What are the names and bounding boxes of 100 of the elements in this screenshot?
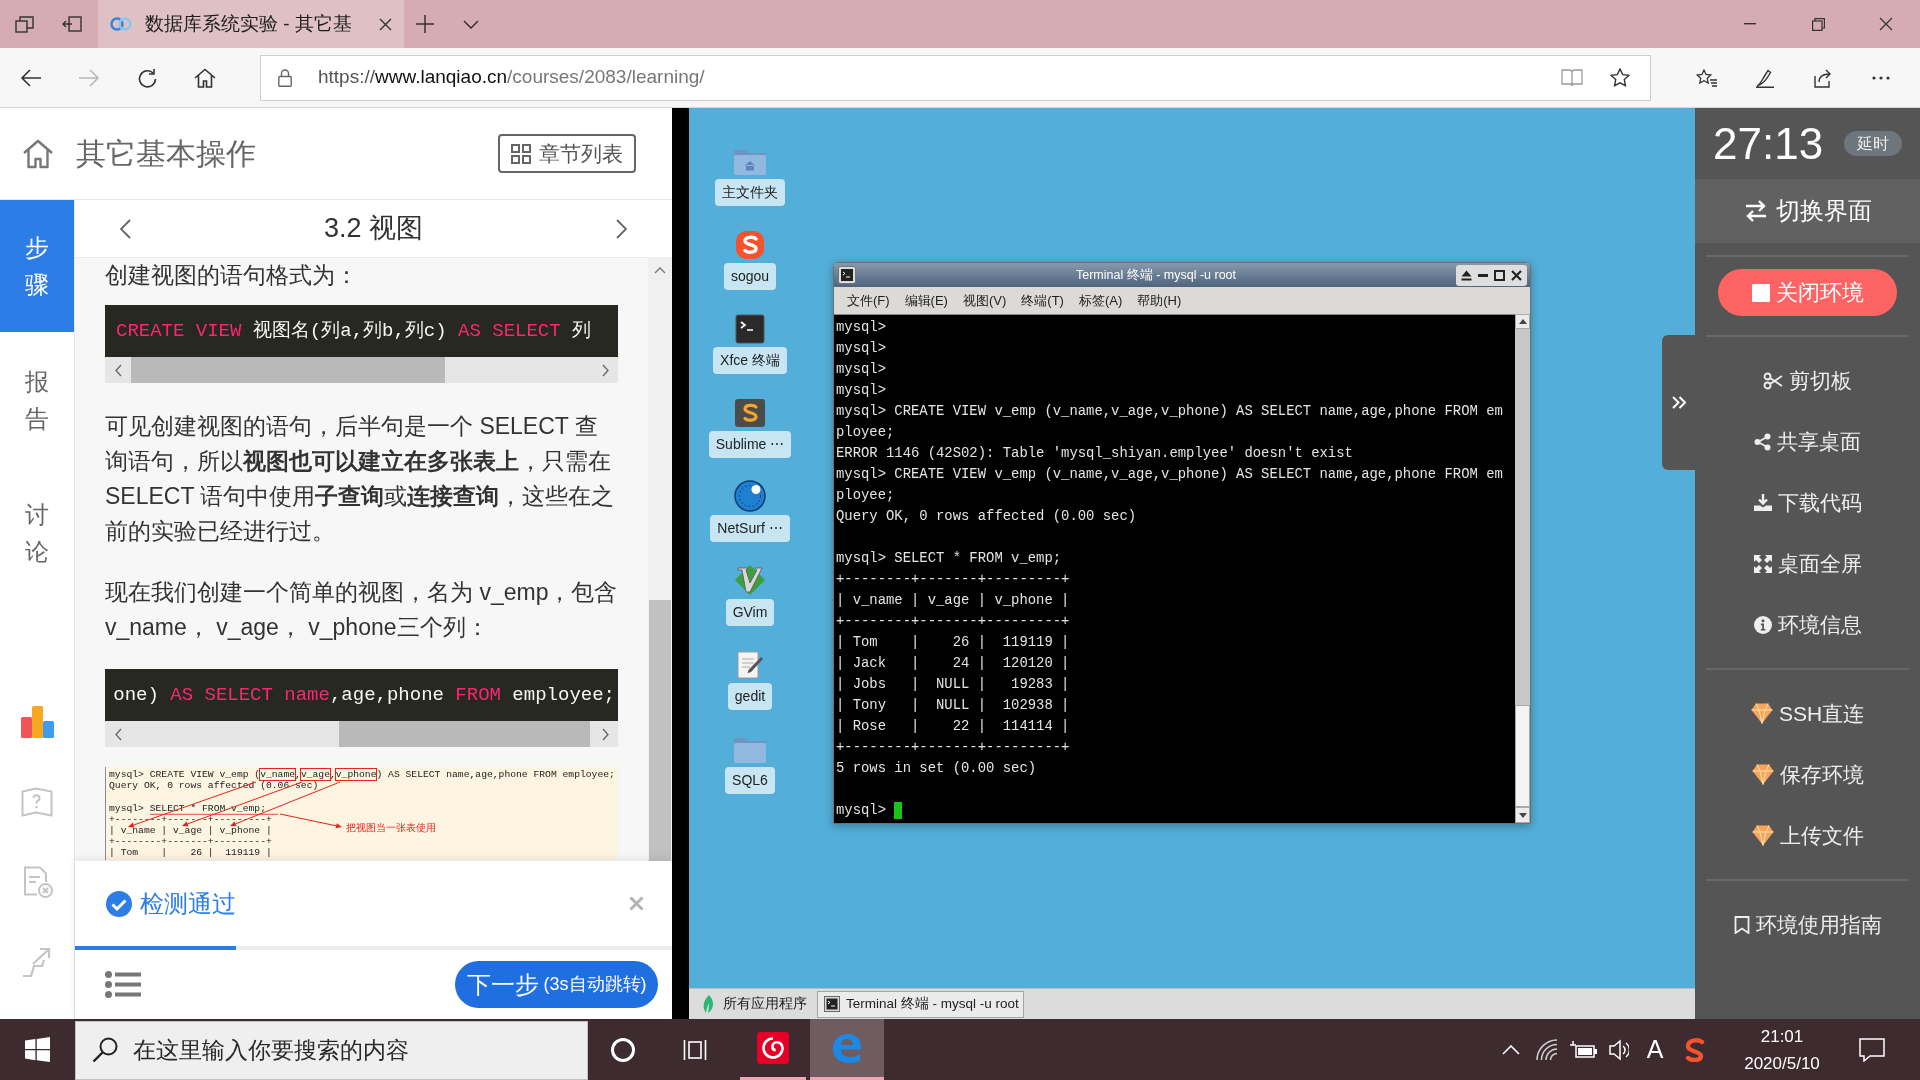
url-text: https://www.lanqiao.cn/courses/2083/learning/ — [318, 65, 705, 90]
scroll-down-icon[interactable] — [1518, 812, 1527, 818]
close-icon[interactable] — [379, 17, 392, 31]
terminal-line: | Rose | 22 | 114114 | — [836, 717, 1070, 736]
notepad-pencil-icon[interactable] — [735, 650, 765, 680]
pen-icon[interactable] — [1755, 67, 1775, 88]
chevron-left-icon[interactable] — [114, 363, 122, 377]
code-line: +--------+-------+---------+ — [109, 837, 272, 848]
chevron-down-icon[interactable] — [463, 19, 479, 29]
icon-label[interactable]: Xfce 终端 — [713, 347, 787, 374]
s-logo-icon[interactable] — [735, 230, 765, 260]
plus-icon[interactable] — [416, 15, 434, 33]
chevron-right-icon[interactable] — [601, 727, 609, 741]
sidebar-menu-item[interactable]: 共享桌面 — [1695, 411, 1920, 472]
clock-time[interactable]: 21:01 — [1760, 1022, 1804, 1050]
terminal-line: ployee; — [836, 486, 895, 505]
tab-manager-icon[interactable] — [14, 15, 34, 33]
close-icon[interactable] — [1879, 17, 1893, 31]
sidebar-menu-item[interactable]: 下载代码 — [1695, 472, 1920, 533]
menu-item[interactable]: 视图(V) — [962, 290, 1007, 311]
icon-label[interactable]: sogou — [723, 263, 777, 290]
sidebar-menu-item[interactable]: 上传文件 — [1695, 805, 1920, 866]
terminal-line: mysql> — [836, 339, 886, 358]
scroll-up-icon[interactable] — [1518, 319, 1527, 324]
restore-icon[interactable] — [1811, 17, 1825, 31]
favorites-icon[interactable] — [1696, 68, 1718, 87]
chevron-left-icon[interactable] — [120, 218, 131, 239]
scrollbar[interactable] — [1515, 314, 1530, 823]
close-icon[interactable] — [1511, 269, 1522, 281]
chevron-right-icon[interactable] — [616, 218, 627, 239]
v-logo-icon[interactable] — [734, 564, 766, 596]
globe-icon[interactable] — [734, 480, 766, 512]
refresh-icon[interactable] — [137, 67, 157, 88]
scrollbar-thumb[interactable] — [131, 357, 445, 383]
terminal-line: | Jack | 24 | 120120 | — [836, 654, 1070, 673]
address-bar[interactable]: https://www.lanqiao.cn/courses/2083/learning/ — [260, 54, 1651, 101]
windows-logo-icon[interactable] — [25, 1037, 50, 1062]
menu-item[interactable]: 文件(F) — [847, 290, 890, 311]
nav-tab[interactable]: 步骤 — [0, 200, 74, 332]
sidebar-menu-item[interactable]: 剪切板 — [1695, 350, 1920, 411]
set-aside-tabs-icon[interactable] — [62, 16, 82, 32]
sidebar-menu-item[interactable]: 桌面全屏 — [1695, 533, 1920, 594]
podium-icon[interactable] — [19, 705, 55, 739]
scrollbar-thumb[interactable] — [1515, 705, 1530, 807]
menu-item[interactable]: 终端(T) — [1021, 290, 1064, 311]
s-logo-icon[interactable] — [1685, 1037, 1705, 1062]
icon-label[interactable]: 主文件夹 — [715, 179, 785, 206]
sidebar-menu-item[interactable]: 保存环境 — [1695, 744, 1920, 805]
list-icon[interactable] — [105, 971, 141, 998]
scrollbar-thumb[interactable] — [339, 721, 590, 747]
s-logo-icon[interactable] — [734, 398, 766, 428]
sidebar-menu-item[interactable]: 环境使用指南 — [1695, 894, 1920, 955]
menu-item[interactable]: 帮助(H) — [1137, 290, 1182, 311]
chapter-list-button[interactable]: 章节列表 — [498, 134, 636, 173]
speaker-icon[interactable] — [1609, 1038, 1629, 1061]
chevron-right-icon[interactable] — [601, 363, 609, 377]
network-icon[interactable] — [1536, 1038, 1558, 1061]
switch-view-button[interactable]: 切换界面 — [1695, 179, 1920, 243]
terminal-icon[interactable] — [735, 314, 765, 344]
grid-icon — [511, 143, 531, 164]
status-text: 检测通过 — [140, 888, 236, 919]
menu-item[interactable]: 编辑(E) — [904, 290, 948, 311]
apps-menu-button[interactable]: 所有应用程序 — [700, 993, 807, 1015]
minimize-icon[interactable] — [1478, 273, 1488, 277]
reading-view-icon[interactable] — [1561, 68, 1583, 87]
battery-icon[interactable] — [1569, 1041, 1597, 1058]
eject-icon[interactable] — [1461, 269, 1472, 281]
back-arrow-icon[interactable] — [20, 67, 42, 88]
sidebar-menu-item[interactable]: 环境信息 — [1695, 594, 1920, 655]
terminal-line: 5 rows in set (0.00 sec) — [836, 759, 1037, 778]
scrollbar-thumb[interactable] — [649, 600, 671, 861]
scrollbar[interactable] — [648, 258, 672, 861]
chevron-left-icon[interactable] — [114, 727, 122, 741]
menu-item[interactable]: 标签(A) — [1078, 290, 1123, 311]
home-icon[interactable] — [194, 67, 216, 88]
search-field[interactable]: 在这里输入你要搜索的内容 — [75, 1021, 588, 1080]
star-icon[interactable] — [1610, 68, 1630, 87]
maximize-icon[interactable] — [1494, 269, 1505, 281]
icon-label[interactable]: NetSurf ⋯ — [710, 515, 790, 542]
share-icon[interactable] — [1813, 67, 1833, 88]
taskbar-button[interactable]: Terminal 终端 - mysql -u root — [817, 990, 1024, 1018]
next-step-button[interactable]: 下一步 (3s自动跳转) — [455, 961, 658, 1008]
icon-label[interactable]: Sublime ⋯ — [708, 431, 792, 458]
task-view-icon[interactable] — [683, 1038, 707, 1061]
extend-time-button[interactable]: 延时 — [1844, 131, 1902, 156]
icon-label[interactable]: GVim — [725, 599, 775, 626]
collapse-tab[interactable] — [1662, 335, 1695, 470]
sidebar-menu-item[interactable]: SSH直连 — [1695, 683, 1920, 744]
icon-label[interactable]: gedit — [727, 683, 773, 710]
terminal-line: mysql> — [836, 801, 886, 820]
icon-label[interactable]: SQL6 — [725, 767, 775, 794]
circle-icon[interactable] — [611, 1037, 635, 1062]
browser-tab[interactable]: 数据库系统实验 - 其它基 — [98, 0, 404, 48]
input-mode-indicator[interactable]: A — [1637, 1019, 1673, 1080]
clock-date[interactable]: 2020/5/10 — [1744, 1049, 1820, 1077]
scrollbar[interactable] — [105, 357, 618, 383]
scrollbar[interactable] — [105, 721, 618, 747]
more-icon[interactable] — [1872, 75, 1890, 80]
terminal-line: mysql> CREATE VIEW v_emp (v_name,v_age,v_phone) AS SELECT name,age,phone FROM em — [836, 465, 1503, 484]
notification-icon[interactable] — [1859, 1037, 1885, 1062]
